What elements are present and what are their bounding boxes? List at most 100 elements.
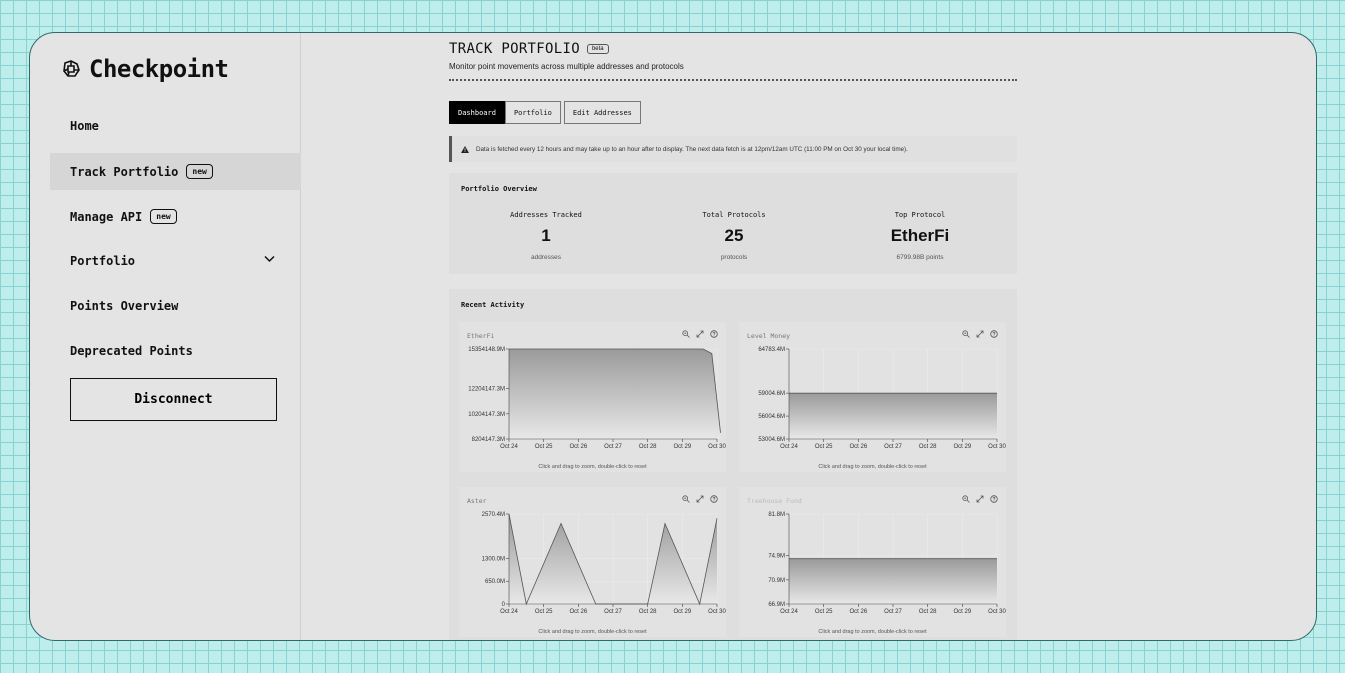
- x-tick-label: Oct 29: [673, 444, 691, 450]
- x-tick-label: Oct 24: [500, 444, 518, 450]
- sidebar-item-home[interactable]: Home: [50, 107, 301, 144]
- zoom-icon[interactable]: [682, 495, 690, 503]
- stat-label: Top Protocol: [894, 211, 946, 219]
- series-area: [789, 558, 997, 604]
- main-content: TRACK PORTFOLIO beta Monitor point movem…: [449, 33, 1019, 640]
- help-icon[interactable]: [710, 330, 718, 338]
- chart-svg[interactable]: 15354148.9M 12204147.3M 10204147.3M 8204147…: [459, 344, 726, 454]
- sidebar-item-deprecated-points[interactable]: Deprecated Points: [50, 332, 301, 369]
- sidebar-item-manage-api[interactable]: Manage API new: [50, 198, 301, 235]
- x-tick-label: Oct 25: [535, 444, 553, 450]
- x-tick-label: Oct 29: [673, 609, 691, 615]
- stat-label: Addresses Tracked: [510, 211, 582, 219]
- chart-hint: Click and drag to zoom, double-click to …: [818, 629, 927, 635]
- x-tick-label: Oct 25: [815, 609, 833, 615]
- recent-activity-card: Recent Activity EtherFi 15354148.9M 12204…: [449, 289, 1017, 640]
- x-tick-label: Oct 28: [639, 444, 657, 450]
- y-tick-label: 650.0M: [485, 579, 505, 585]
- x-tick-label: Oct 24: [780, 444, 798, 450]
- chart-tools: [962, 495, 998, 503]
- help-icon[interactable]: [990, 495, 998, 503]
- y-tick-label: 64783.4M: [758, 347, 785, 353]
- page-title: TRACK PORTFOLIO: [449, 41, 580, 57]
- dotted-divider: [449, 79, 1017, 81]
- beta-badge: beta: [586, 44, 609, 54]
- chart-hint: Click and drag to zoom, double-click to …: [818, 464, 927, 470]
- tab-portfolio[interactable]: Portfolio: [504, 101, 561, 124]
- stat-sub: addresses: [531, 254, 561, 261]
- x-tick-label: Oct 26: [849, 444, 867, 450]
- x-tick-label: Oct 25: [535, 609, 553, 615]
- expand-icon[interactable]: [696, 330, 704, 338]
- chart-title: Treehouse Fund: [747, 497, 802, 505]
- series-area: [509, 349, 721, 439]
- checkpoint-logo-icon: [63, 60, 80, 77]
- chart-title: Level Money: [747, 332, 791, 340]
- x-tick-label: Oct 28: [639, 609, 657, 615]
- y-tick-label: 12204147.3M: [468, 387, 505, 393]
- chart-tools: [962, 330, 998, 338]
- sidebar-item-track-portfolio[interactable]: Track Portfolio new: [50, 153, 301, 190]
- y-tick-label: 74.9M: [768, 554, 785, 560]
- chart-svg[interactable]: 64783.4M 59004.6M 56004.6M 53004.6MOct 24 Oc…: [739, 344, 1006, 454]
- stat-sub: protocols: [720, 254, 748, 261]
- tab-edit-addresses[interactable]: Edit Addresses: [563, 101, 641, 124]
- chart-svg[interactable]: 2570.4M 1300.0M 650.0M 0Oct 24 Oct 25 Oct 26 O…: [459, 509, 726, 619]
- x-tick-label: Oct 28: [919, 444, 937, 450]
- x-tick-label: Oct 29: [953, 444, 971, 450]
- expand-icon[interactable]: [976, 495, 984, 503]
- chart-card-treehouse: Treehouse Fund 81.8M 74.9M 70.9M 66.9M Oct 2…: [739, 487, 1006, 637]
- zoom-icon[interactable]: [962, 330, 970, 338]
- stat-total-protocols: Total Protocols 25 protocols: [639, 211, 829, 261]
- app-name: Checkpoint: [89, 55, 229, 83]
- y-tick-label: 0: [502, 602, 506, 608]
- chart-hint: Click and drag to zoom, double-click to …: [538, 464, 647, 470]
- new-badge: new: [186, 164, 213, 179]
- stat-top-protocol: Top Protocol EtherFi 6799.98B points: [825, 211, 1015, 261]
- chart-tools: [682, 495, 718, 503]
- x-tick-label: Oct 24: [780, 609, 798, 615]
- sidebar: Checkpoint Home Track Portfolio new Mana…: [30, 33, 301, 640]
- notice-text: Data is fetched every 12 hours and may t…: [476, 145, 908, 153]
- chevron-down-icon[interactable]: [264, 255, 275, 263]
- disconnect-button[interactable]: Disconnect: [70, 378, 277, 421]
- card-title: Portfolio Overview: [461, 185, 537, 193]
- series-area: [789, 393, 997, 439]
- sidebar-item-label: Manage API: [70, 209, 143, 224]
- stat-value: 25: [724, 226, 744, 245]
- x-tick-label: Oct 26: [569, 444, 587, 450]
- y-tick-label: 53004.6M: [758, 437, 785, 443]
- sidebar-item-label: Portfolio: [70, 253, 136, 268]
- sidebar-item-label: Home: [70, 118, 99, 133]
- help-icon[interactable]: [990, 330, 998, 338]
- help-icon[interactable]: [710, 495, 718, 503]
- x-tick-label: Oct 27: [604, 609, 622, 615]
- chart-tools: [682, 330, 718, 338]
- zoom-icon[interactable]: [962, 495, 970, 503]
- zoom-icon[interactable]: [682, 330, 690, 338]
- y-tick-label: 59004.6M: [758, 391, 785, 397]
- sidebar-item-portfolio[interactable]: Portfolio: [50, 242, 301, 279]
- sidebar-item-points-overview[interactable]: Points Overview: [50, 287, 301, 324]
- x-tick-label: Oct 27: [604, 444, 622, 450]
- new-badge: new: [150, 209, 177, 224]
- x-tick-label: Oct 30: [988, 444, 1006, 450]
- y-tick-label: 56004.6M: [758, 414, 785, 420]
- y-tick-label: 15354148.9M: [468, 347, 505, 353]
- expand-icon[interactable]: [976, 330, 984, 338]
- expand-icon[interactable]: [696, 495, 704, 503]
- logo[interactable]: Checkpoint: [61, 55, 229, 83]
- card-title: Recent Activity: [461, 301, 525, 309]
- x-tick-label: Oct 27: [884, 609, 902, 615]
- chart-card-etherfi: EtherFi 15354148.9M 12204147.3M 10204147.3…: [459, 322, 726, 472]
- x-tick-label: Oct 30: [988, 609, 1006, 615]
- chart-svg[interactable]: 81.8M 74.9M 70.9M 66.9MOct 24 Oct 25 Oct 26 Oc…: [739, 509, 1006, 619]
- stat-label: Total Protocols: [702, 211, 766, 219]
- page-header: TRACK PORTFOLIO beta: [449, 41, 609, 57]
- x-tick-label: Oct 27: [884, 444, 902, 450]
- chart-card-aster: Aster 2570.4M 1300.0M 650.0M 0 Oct 24 Oct 25 O…: [459, 487, 726, 637]
- portfolio-overview-card: Portfolio Overview Addresses Tracked 1 a…: [449, 173, 1017, 274]
- chart-title: Aster: [467, 497, 487, 505]
- tab-dashboard[interactable]: Dashboard: [449, 101, 505, 124]
- sidebar-item-label: Deprecated Points: [70, 343, 193, 358]
